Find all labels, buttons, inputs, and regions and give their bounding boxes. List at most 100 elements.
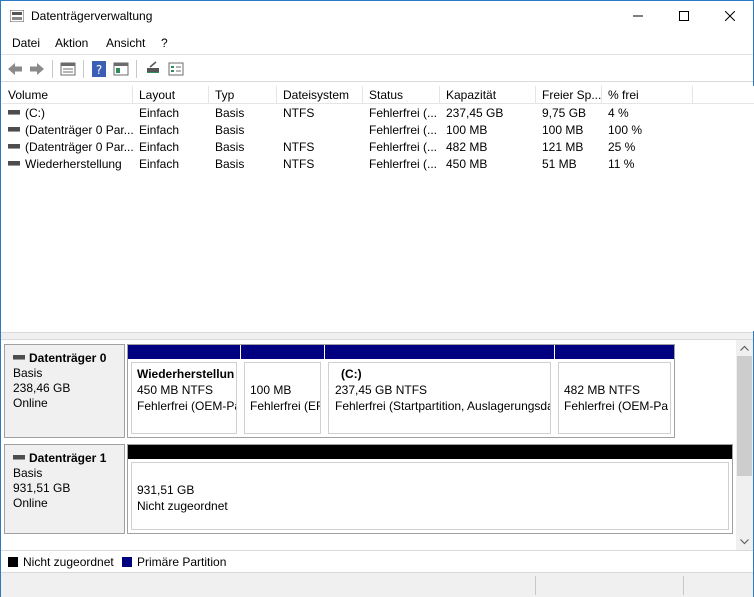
- status-bar-section: [683, 576, 684, 595]
- column-header-status[interactable]: Status: [363, 86, 440, 104]
- disk-0-type: Basis: [13, 366, 43, 380]
- disk-0-partition-area: Wiederherstellun 450 MB NTFS Fehlerfrei …: [127, 344, 675, 438]
- table-row[interactable]: (C:) Einfach Basis NTFS Fehlerfrei (... …: [2, 105, 754, 122]
- close-button[interactable]: [707, 1, 753, 31]
- legend-swatch: [122, 557, 132, 567]
- free-space-cell: 51 MB: [542, 157, 577, 171]
- volume-icon: [8, 144, 20, 150]
- volume-name-cell: (C:): [2, 106, 133, 120]
- partition-status: Nicht zugeordnet: [137, 499, 228, 513]
- partition-name: Wiederherstellun: [137, 367, 235, 381]
- volume-icon: [8, 127, 20, 133]
- scroll-down-button[interactable]: [736, 534, 753, 550]
- partition-size: 100 MB: [250, 383, 292, 397]
- partition-unallocated[interactable]: 931,51 GB Nicht zugeordnet: [128, 445, 732, 533]
- free-space-cell: 100 MB: [542, 123, 584, 137]
- primary-partition-bar: [325, 345, 554, 359]
- scroll-up-button[interactable]: [736, 340, 753, 356]
- partition-c-drive[interactable]: (C:) 237,45 GB NTFS Fehlerfrei (Startpar…: [325, 345, 554, 437]
- column-header-volume[interactable]: Volume: [2, 86, 133, 104]
- filesystem-cell: NTFS: [283, 106, 315, 120]
- type-cell: Basis: [215, 140, 245, 154]
- volume-name-cell: (Datenträger 0 Par...: [2, 140, 133, 154]
- properties-list-button[interactable]: [59, 60, 77, 78]
- status-cell: Fehlerfrei (...: [369, 106, 438, 120]
- disk-1-name-row: Datenträger 1: [13, 451, 124, 466]
- volume-icon: [8, 110, 20, 116]
- scrollbar-thumb[interactable]: [737, 356, 752, 476]
- forward-button[interactable]: [28, 60, 46, 78]
- layout-cell: Einfach: [139, 123, 180, 137]
- partition-recovery[interactable]: Wiederherstellun 450 MB NTFS Fehlerfrei …: [128, 345, 240, 437]
- partition-name: [250, 366, 320, 382]
- partition-body: 100 MB Fehlerfrei (EF: [244, 362, 321, 434]
- disk-1-label[interactable]: Datenträger 1 Basis 931,51 GB Online: [4, 444, 125, 534]
- partition-oem[interactable]: 482 MB NTFS Fehlerfrei (OEM-Pa: [555, 345, 674, 437]
- table-row[interactable]: (Datenträger 0 Par... Einfach Basis NTFS…: [2, 139, 754, 156]
- menu-datei[interactable]: Datei: [12, 36, 40, 50]
- svg-text:?: ?: [96, 63, 102, 77]
- column-header-capacity[interactable]: Kapazität: [440, 86, 536, 104]
- status-bar-section: [535, 576, 536, 595]
- partition-name: (C:): [341, 367, 362, 381]
- title-bar: Datenträgerverwaltung: [1, 1, 753, 31]
- volume-list: Volume Layout Typ Dateisystem Status Kap…: [2, 86, 754, 331]
- legend-item-unallocated: Nicht zugeordnet: [8, 555, 114, 569]
- disk-1-name: Datenträger 1: [29, 451, 107, 465]
- disk-1-size: 931,51 GB: [13, 481, 71, 495]
- legend-item-primary-partition: Primäre Partition: [122, 555, 226, 569]
- back-button[interactable]: [6, 60, 24, 78]
- pane-splitter[interactable]: [1, 332, 753, 340]
- layout-cell: Einfach: [139, 157, 180, 171]
- maximize-button[interactable]: [661, 1, 707, 31]
- column-header-percent-free[interactable]: % frei: [602, 86, 693, 104]
- primary-partition-bar: [555, 345, 674, 359]
- menu-aktion[interactable]: Aktion: [55, 36, 88, 50]
- disk-icon: [13, 455, 25, 460]
- legend: Nicht zugeordnet Primäre Partition: [1, 550, 753, 572]
- partition-body: 482 MB NTFS Fehlerfrei (OEM-Pa: [558, 362, 671, 434]
- volume-name-cell: (Datenträger 0 Par...: [2, 123, 133, 137]
- menu-bar: Datei Aktion Ansicht ?: [1, 33, 753, 53]
- minimize-icon: [633, 15, 643, 17]
- partition-size: 450 MB NTFS: [137, 383, 214, 397]
- column-header-filesystem[interactable]: Dateisystem: [277, 86, 363, 104]
- volume-name-cell: Wiederherstellung: [2, 157, 133, 171]
- menu-ansicht[interactable]: Ansicht: [106, 36, 145, 50]
- help-button[interactable]: ?: [90, 60, 108, 78]
- table-row[interactable]: (Datenträger 0 Par... Einfach Basis Fehl…: [2, 122, 754, 139]
- partition-status: Fehlerfrei (OEM-Pa: [564, 399, 669, 413]
- settings-button[interactable]: [167, 60, 185, 78]
- filesystem-cell: NTFS: [283, 157, 315, 171]
- menu-help[interactable]: ?: [161, 36, 168, 50]
- disk-0-name-row: Datenträger 0: [13, 351, 124, 366]
- filesystem-cell: NTFS: [283, 140, 315, 154]
- chevron-down-icon: [740, 539, 749, 545]
- window-title: Datenträgerverwaltung: [31, 9, 153, 23]
- settings-icon: [168, 62, 184, 76]
- connect-button[interactable]: [144, 60, 162, 78]
- minimize-button[interactable]: [615, 1, 661, 31]
- console-tree-icon: [113, 62, 129, 76]
- column-header-free-space[interactable]: Freier Sp...: [536, 86, 602, 104]
- layout-cell: Einfach: [139, 106, 180, 120]
- status-cell: Fehlerfrei (...: [369, 140, 438, 154]
- partition-efi[interactable]: 100 MB Fehlerfrei (EF: [241, 345, 324, 437]
- percent-free-cell: 11 %: [608, 157, 635, 171]
- partition-size: 237,45 GB NTFS: [335, 383, 428, 397]
- unallocated-bar: [128, 445, 732, 459]
- table-row[interactable]: Wiederherstellung Einfach Basis NTFS Feh…: [2, 156, 754, 173]
- capacity-cell: 482 MB: [446, 140, 488, 154]
- console-tree-button[interactable]: [112, 60, 130, 78]
- disk-0-label[interactable]: Datenträger 0 Basis 238,46 GB Online: [4, 344, 125, 438]
- partition-body: 931,51 GB Nicht zugeordnet: [131, 462, 729, 530]
- graphical-view-scrollbar[interactable]: [736, 340, 753, 550]
- help-icon: ?: [92, 61, 106, 77]
- toolbar-separator: [52, 60, 53, 78]
- capacity-cell: 237,45 GB: [446, 106, 504, 120]
- column-header-layout[interactable]: Layout: [133, 86, 209, 104]
- column-header-type[interactable]: Typ: [209, 86, 277, 104]
- status-cell: Fehlerfrei (...: [369, 157, 438, 171]
- primary-partition-bar: [128, 345, 240, 359]
- volume-icon: [8, 161, 20, 167]
